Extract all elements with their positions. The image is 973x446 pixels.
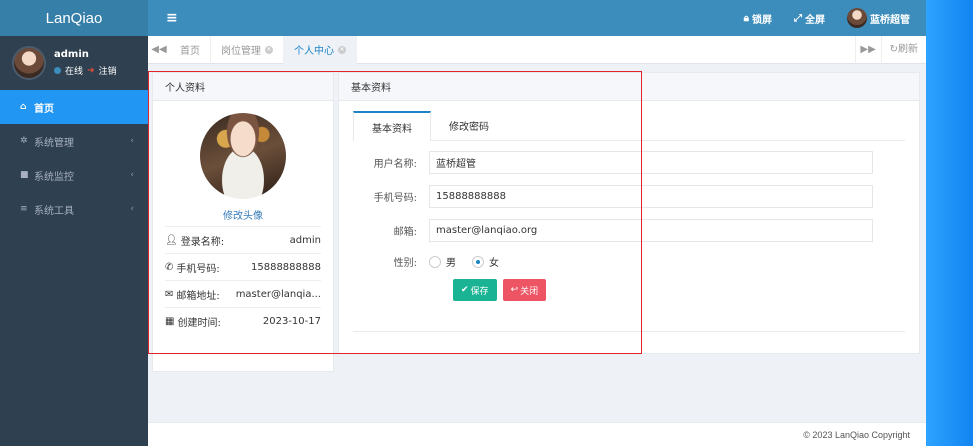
- brand-logo[interactable]: LanQiao: [0, 0, 148, 36]
- refresh-label: 刷新: [898, 43, 918, 55]
- user-name: admin: [54, 49, 89, 60]
- sidebar-item-system-monitor[interactable]: ■ 系统监控 ‹: [0, 158, 148, 192]
- refresh-button[interactable]: ↻刷新: [880, 35, 926, 64]
- info-label: 登录名称:: [180, 236, 225, 248]
- radio-label: 女: [489, 258, 499, 269]
- check-icon: ✔: [461, 285, 469, 295]
- bars-icon: ≡: [20, 204, 28, 214]
- user-menu[interactable]: 蓝桥超管: [847, 8, 910, 28]
- tab-change-password[interactable]: 修改密码: [431, 111, 507, 140]
- info-row-phone: ✆ 手机号码: 15888888888: [165, 253, 321, 280]
- avatar: [847, 8, 867, 28]
- lock-screen-label: 锁屏: [752, 14, 772, 26]
- reply-icon: ↩: [510, 285, 519, 295]
- top-username: 蓝桥超管: [870, 14, 910, 26]
- info-row-login-name: 👤︎ 登录名称: admin: [165, 226, 321, 253]
- save-label: 保存: [470, 286, 489, 297]
- home-icon: ⌂: [20, 102, 27, 112]
- sidebar-item-label: 系统管理: [34, 137, 74, 149]
- app-window: LanQiao admin 在线 ➜ 注销 ⌂ 首页 ✲ 系统管理 ‹ ■ 系统…: [0, 0, 926, 446]
- video-icon: ■: [20, 170, 29, 180]
- gender-female-radio[interactable]: 女: [472, 254, 499, 269]
- gender-label: 性别:: [393, 258, 417, 269]
- sidebar: LanQiao admin 在线 ➜ 注销 ⌂ 首页 ✲ 系统管理 ‹ ■ 系统…: [0, 0, 148, 446]
- expand-icon: ⤢: [794, 12, 802, 24]
- profile-card: 个人资料 修改头像 👤︎ 登录名称: admin ✆ 手机号码: 158888888…: [152, 72, 334, 372]
- top-navbar: ≡ 🔒︎ 锁屏 ⤢ 全屏 蓝桥超管: [148, 0, 926, 36]
- tab-label: 岗位管理: [221, 46, 261, 57]
- info-value: 2023-10-17: [262, 315, 321, 327]
- email-field[interactable]: [429, 219, 873, 242]
- user-avatar: [12, 46, 46, 80]
- envelope-icon: ✉: [165, 288, 174, 300]
- main-content: 个人资料 修改头像 👤︎ 登录名称: admin ✆ 手机号码: 158888888…: [148, 64, 926, 422]
- refresh-icon: ↻: [889, 43, 898, 55]
- sidebar-item-label: 首页: [34, 103, 54, 115]
- footer: © 2023 LanQiao Copyright: [148, 422, 926, 446]
- tabs-bar: ◀◀ 首页 岗位管理 ✕ 个人中心 ✕ ▶▶ ↻刷新: [148, 35, 926, 64]
- gear-icon: ✲: [20, 136, 28, 146]
- user-icon: 👤︎: [165, 234, 178, 246]
- info-row-created: ▦ 创建时间: 2023-10-17: [165, 307, 321, 334]
- username-label: 用户名称:: [373, 159, 417, 170]
- tabs-scroll-left-icon[interactable]: ◀◀: [148, 44, 170, 55]
- info-value: admin: [289, 234, 321, 246]
- logout-link[interactable]: 注销: [99, 64, 117, 77]
- tab-post-management[interactable]: 岗位管理 ✕: [211, 35, 284, 64]
- online-dot-icon: [54, 67, 61, 74]
- tab-label: 首页: [180, 46, 200, 57]
- email-label: 邮箱:: [393, 227, 417, 238]
- chevron-left-icon: ‹: [130, 170, 134, 180]
- phone-icon: ✆: [165, 261, 174, 273]
- change-avatar-link[interactable]: 修改头像: [165, 207, 321, 222]
- tab-basic-info[interactable]: 基本资料: [353, 111, 431, 141]
- info-label: 手机号码:: [176, 263, 220, 275]
- sidebar-item-system-management[interactable]: ✲ 系统管理 ‹: [0, 124, 148, 158]
- sidebar-item-label: 系统工具: [34, 205, 74, 217]
- sidebar-item-system-tools[interactable]: ≡ 系统工具 ‹: [0, 192, 148, 226]
- phone-label: 手机号码:: [373, 193, 417, 204]
- lock-icon: 🔒︎: [743, 12, 749, 24]
- close-icon[interactable]: ✕: [265, 45, 273, 54]
- copyright-text: © 2023 LanQiao Copyright: [803, 429, 910, 440]
- tab-personal-center[interactable]: 个人中心 ✕: [284, 35, 357, 64]
- basic-info-title: 基本资料: [339, 73, 919, 101]
- tabs-scroll-right-icon[interactable]: ▶▶: [854, 35, 881, 64]
- save-button[interactable]: ✔ 保存: [453, 279, 497, 301]
- tab-home[interactable]: 首页: [170, 35, 211, 64]
- menu-toggle-icon[interactable]: ≡: [166, 10, 178, 26]
- fullscreen-button[interactable]: ⤢ 全屏: [794, 11, 825, 26]
- basic-info-card: 基本资料 基本资料 修改密码 用户名称: 手机号码: 邮箱:: [338, 72, 920, 354]
- logout-icon[interactable]: ➜: [87, 66, 95, 76]
- basic-info-form: 基本资料 修改密码 用户名称: 手机号码: 邮箱: 性别:: [353, 111, 905, 327]
- chevron-left-icon: ‹: [130, 136, 134, 146]
- profile-card-title: 个人资料: [153, 73, 333, 101]
- info-row-email: ✉ 邮箱地址: master@lanqia...: [165, 280, 321, 307]
- profile-avatar[interactable]: [200, 113, 286, 199]
- close-icon[interactable]: ✕: [338, 45, 346, 54]
- radio-label: 男: [446, 258, 456, 269]
- desktop-background: [926, 0, 973, 446]
- online-status: 在线: [65, 67, 84, 77]
- user-panel: admin 在线 ➜ 注销: [0, 36, 148, 90]
- chevron-left-icon: ‹: [130, 204, 134, 214]
- close-label: 关闭: [520, 286, 539, 297]
- phone-field[interactable]: [429, 185, 873, 208]
- form-divider: [353, 331, 905, 332]
- calendar-icon: ▦: [165, 315, 175, 327]
- info-value: master@lanqia...: [235, 288, 321, 300]
- info-label: 邮箱地址:: [176, 290, 220, 302]
- fullscreen-label: 全屏: [805, 14, 825, 26]
- close-button[interactable]: ↩ 关闭: [502, 279, 547, 301]
- sidebar-item-home[interactable]: ⌂ 首页: [0, 90, 148, 124]
- info-label: 创建时间:: [177, 317, 221, 329]
- username-field[interactable]: [429, 151, 873, 174]
- sidebar-item-label: 系统监控: [34, 171, 74, 183]
- tab-label: 个人中心: [294, 46, 334, 57]
- gender-male-radio[interactable]: 男: [429, 254, 456, 269]
- info-value: 15888888888: [251, 261, 321, 273]
- lock-screen-button[interactable]: 🔒︎ 锁屏: [744, 11, 772, 26]
